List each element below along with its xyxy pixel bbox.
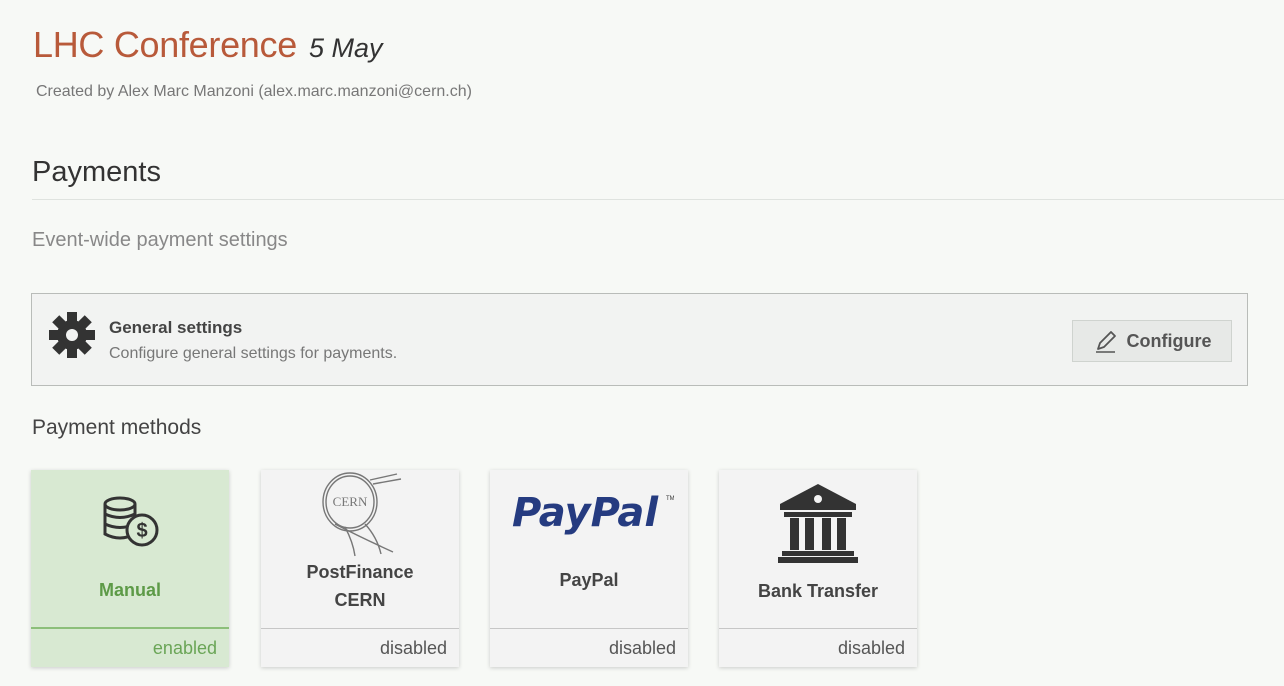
payment-method-manual[interactable]: $ Manual enabled xyxy=(31,470,229,667)
payment-method-status: enabled xyxy=(152,638,217,658)
event-date: 5 May xyxy=(308,33,383,63)
general-settings-panel: General settings Configure general setti… xyxy=(31,293,1248,386)
payment-method-name: Bank Transfer xyxy=(757,581,879,601)
general-settings-description: Configure general settings for payments. xyxy=(109,345,398,362)
general-settings-title: General settings xyxy=(109,318,243,337)
gear-icon xyxy=(49,312,95,358)
page-header: LHC Conference 5 May xyxy=(33,24,382,66)
event-creator: Created by Alex Marc Manzoni (alex.marc.… xyxy=(36,83,472,100)
pencil-icon xyxy=(1095,331,1116,353)
subsection-title: Event-wide payment settings xyxy=(32,229,288,251)
section-title: Payments xyxy=(32,156,161,188)
payment-method-bank-transfer[interactable]: Bank Transfer disabled xyxy=(719,470,917,667)
payment-method-paypal[interactable]: PayPal TM PayPal disabled xyxy=(490,470,688,667)
payment-method-status: disabled xyxy=(379,638,447,658)
svg-text:TM: TM xyxy=(666,496,674,502)
payment-methods-label: Payment methods xyxy=(32,416,202,439)
payment-method-name: PayPal xyxy=(559,570,619,590)
cern-logo-text: CERN xyxy=(333,494,368,509)
payment-method-name: Manual xyxy=(98,580,161,600)
payment-method-name: PostFinance xyxy=(306,562,414,582)
payment-method-name-line2: CERN xyxy=(334,590,386,610)
paypal-logo-text: PayPal xyxy=(512,490,659,536)
coins-dollar-icon: $ xyxy=(103,496,159,547)
configure-button[interactable]: Configure xyxy=(1072,320,1232,362)
paypal-logo-icon: PayPal TM xyxy=(512,490,674,536)
section-divider xyxy=(32,199,1284,200)
payment-method-postfinance[interactable]: CERN PostFinance CERN disabled xyxy=(261,470,459,667)
cern-logo-icon: CERN xyxy=(322,472,402,557)
payment-method-status: disabled xyxy=(837,638,905,658)
event-title: LHC Conference xyxy=(33,24,297,65)
bank-icon xyxy=(778,484,858,563)
svg-text:$: $ xyxy=(136,520,147,542)
configure-button-label: Configure xyxy=(1126,330,1212,351)
payment-method-status: disabled xyxy=(608,638,676,658)
